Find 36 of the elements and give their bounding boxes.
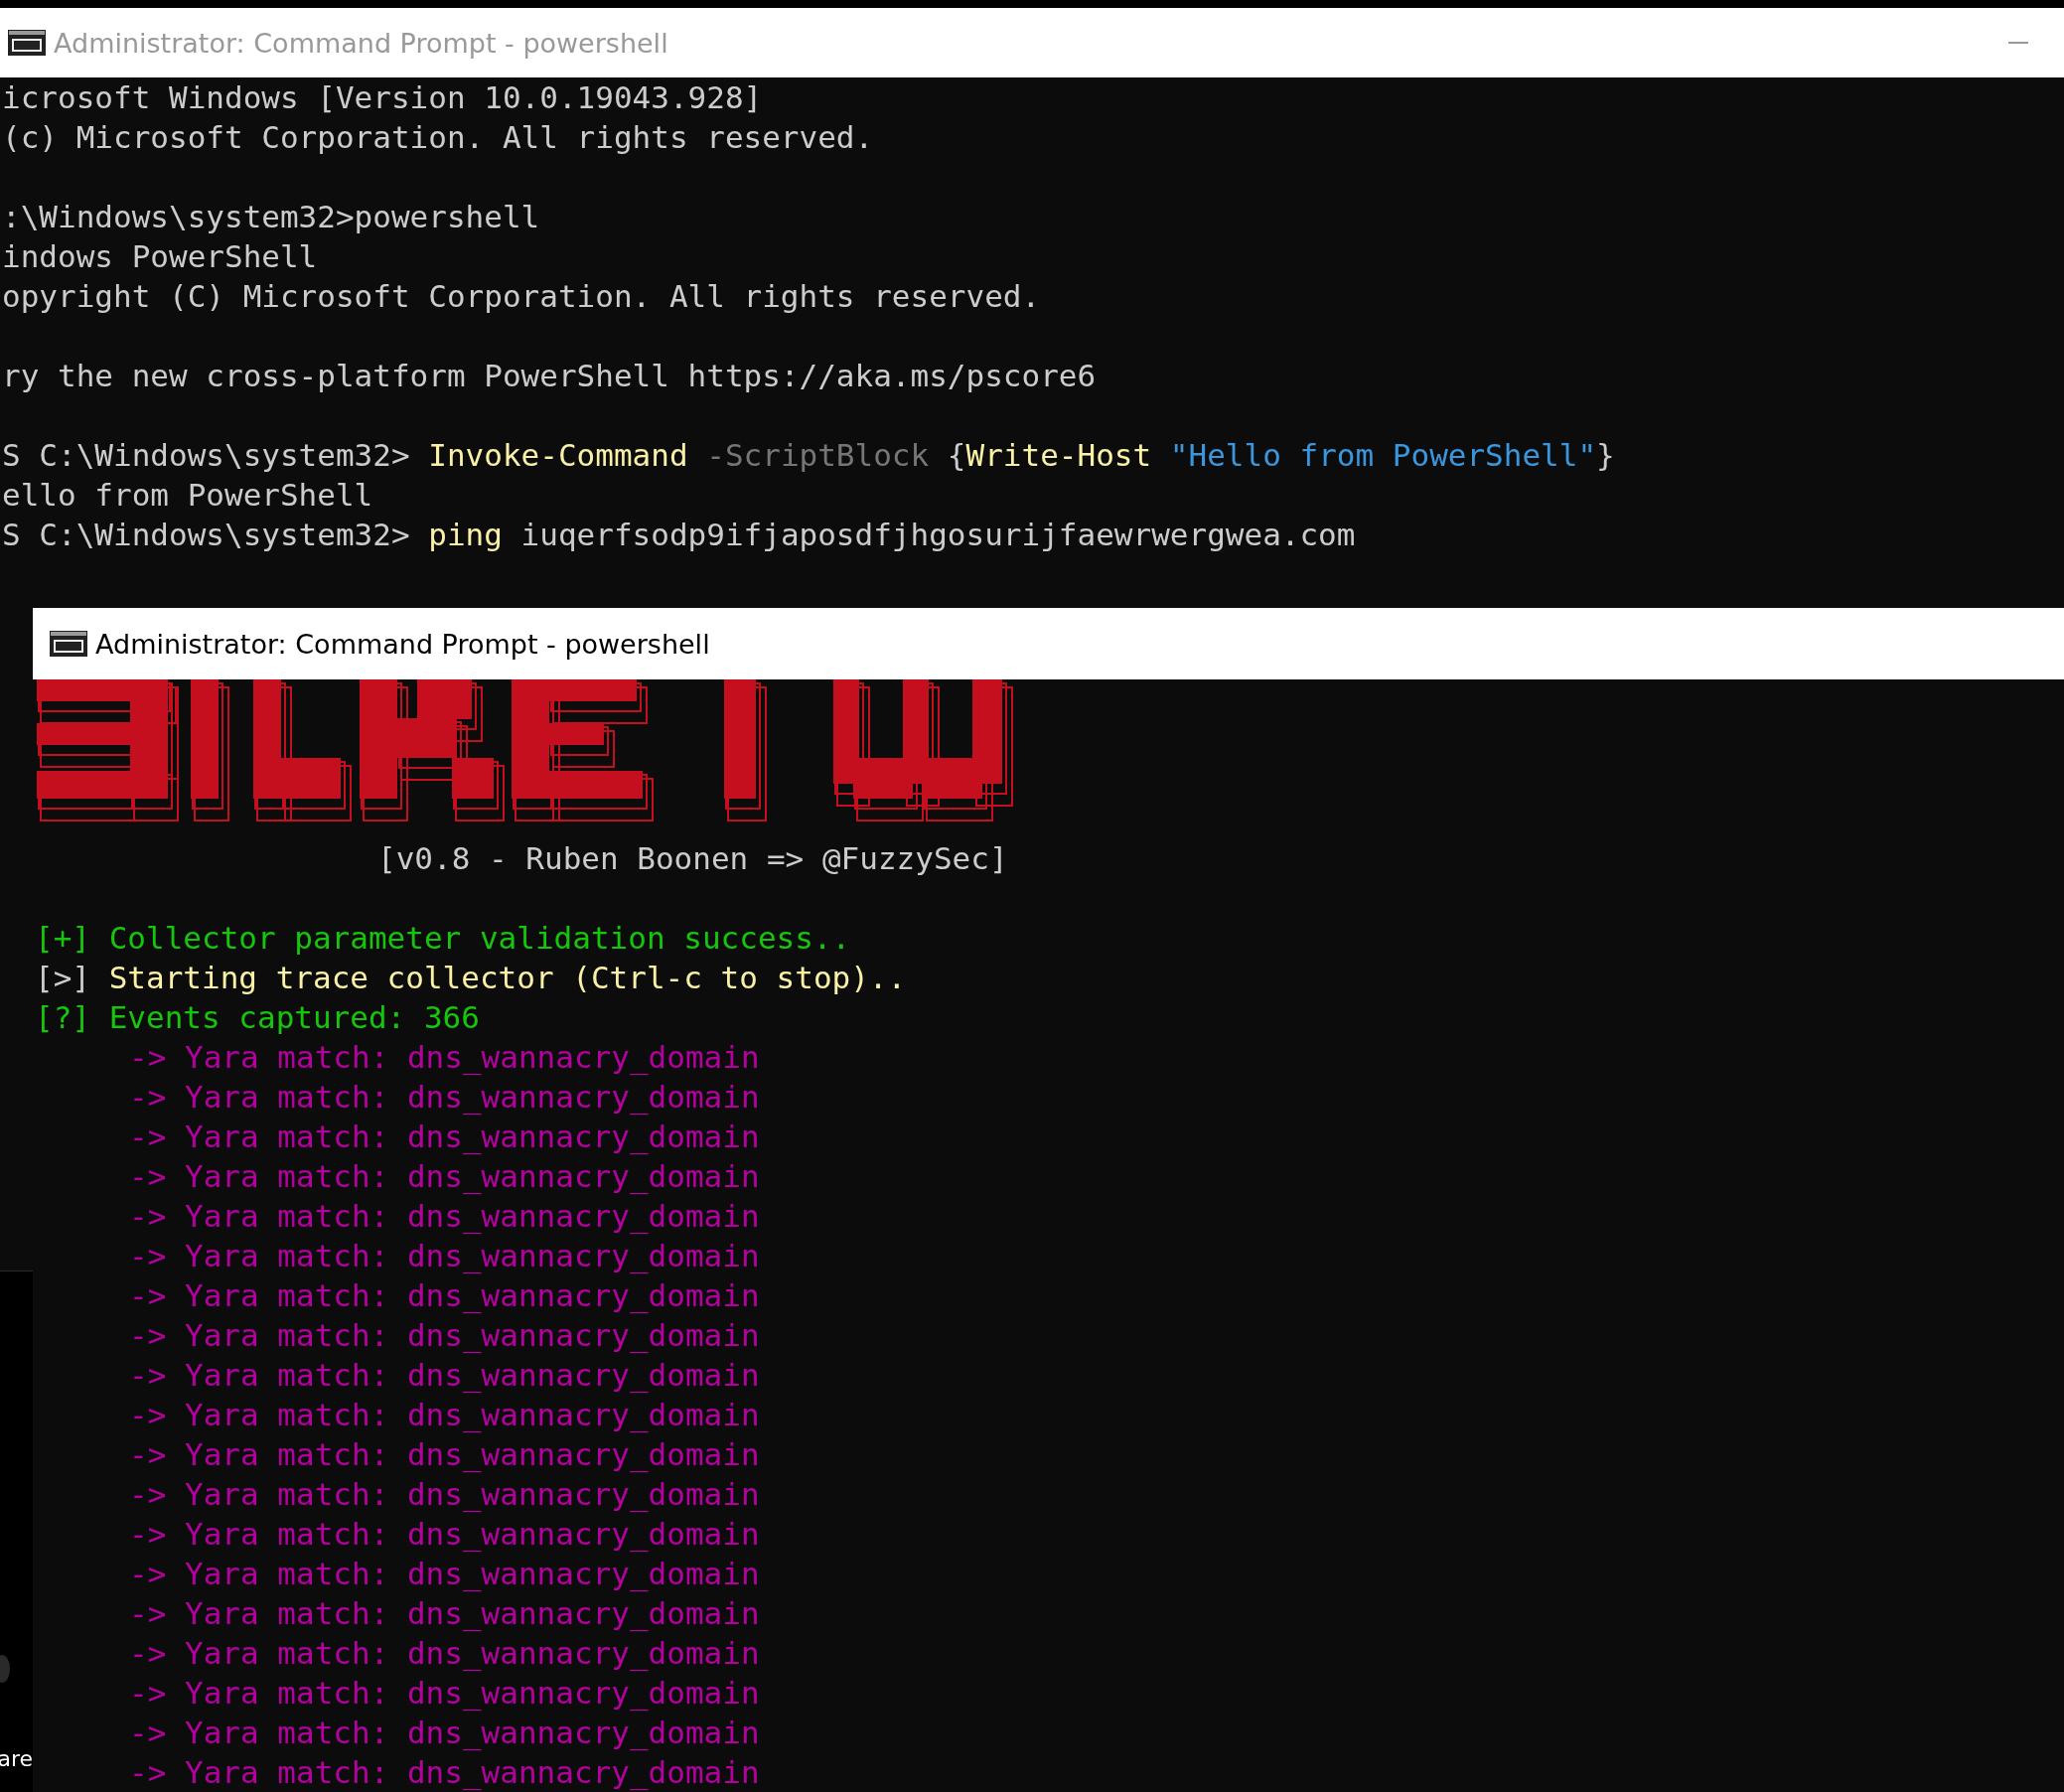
console-line: -> Yara match: dns_wannacry_domain — [128, 1396, 761, 1434]
console-line: -> Yara match: dns_wannacry_domain — [128, 1157, 761, 1196]
console-line: -> Yara match: dns_wannacry_domain — [128, 1276, 761, 1315]
console-line: -> Yara match: dns_wannacry_domain — [128, 1237, 761, 1275]
console-line: S C:\Windows\system32> ping iuqerfsodp9ifjaposdfjhgosurijfaewrwergwea.com — [2, 516, 1357, 554]
console-line: -> Yara match: dns_wannacry_domain — [128, 1714, 761, 1752]
window-title: Administrator: Command Prompt - powershell — [95, 628, 710, 660]
console-line: (c) Microsoft Corporation. All rights reserved. — [2, 118, 875, 157]
console-line: -> Yara match: dns_wannacry_domain — [128, 1555, 761, 1593]
console-icon — [50, 631, 87, 657]
console-line: ry the new cross-platform PowerShell https://aka.ms/pscore6 — [2, 357, 1098, 395]
console-line: -> Yara match: dns_wannacry_domain — [128, 1356, 761, 1395]
console-line: -> Yara match: dns_wannacry_domain — [128, 1674, 761, 1713]
console-line: [>] Starting trace collector (Ctrl-c to stop).. — [35, 959, 908, 997]
console-line: [?] Events captured: 366 — [35, 998, 481, 1037]
console-line: -> Yara match: dns_wannacry_domain — [128, 1316, 761, 1355]
console-line: indows PowerShell — [2, 237, 319, 276]
console-line: -> Yara match: dns_wannacry_domain — [128, 1197, 761, 1236]
console-line: -> Yara match: dns_wannacry_domain — [128, 1475, 761, 1514]
console-line: [v0.8 - Ruben Boonen => @FuzzySec] — [376, 839, 1009, 878]
console-line: -> Yara match: dns_wannacry_domain — [128, 1038, 761, 1077]
console-line: -> Yara match: dns_wannacry_domain — [128, 1435, 761, 1474]
console-line: opyright (C) Microsoft Corporation. All rights reserved. — [2, 277, 1042, 316]
console-line: -> Yara match: dns_wannacry_domain — [128, 1515, 761, 1554]
console-line: icrosoft Windows [Version 10.0.19043.928] — [2, 78, 764, 117]
console-line: :\Windows\system32>powershell — [2, 198, 541, 236]
window-title: Administrator: Command Prompt - powershell — [54, 27, 668, 59]
console-line: [+] Collector parameter validation success.. — [35, 919, 852, 958]
console-line: -> Yara match: dns_wannacry_domain — [128, 1118, 761, 1156]
console-line: ello from PowerShell — [2, 476, 374, 515]
console-line: -> Yara match: dns_wannacry_domain — [128, 1594, 761, 1633]
console-line: -> Yara match: dns_wannacry_domain — [128, 1078, 761, 1117]
console-line: S C:\Windows\system32> Invoke-Command -ScriptBlock {Write-Host "Hello from PowerShell"} — [2, 436, 1616, 475]
console-line: -> Yara match: dns_wannacry_domain — [128, 1753, 761, 1792]
console-line: -> Yara match: dns_wannacry_domain — [128, 1634, 761, 1673]
console-icon — [8, 30, 46, 56]
